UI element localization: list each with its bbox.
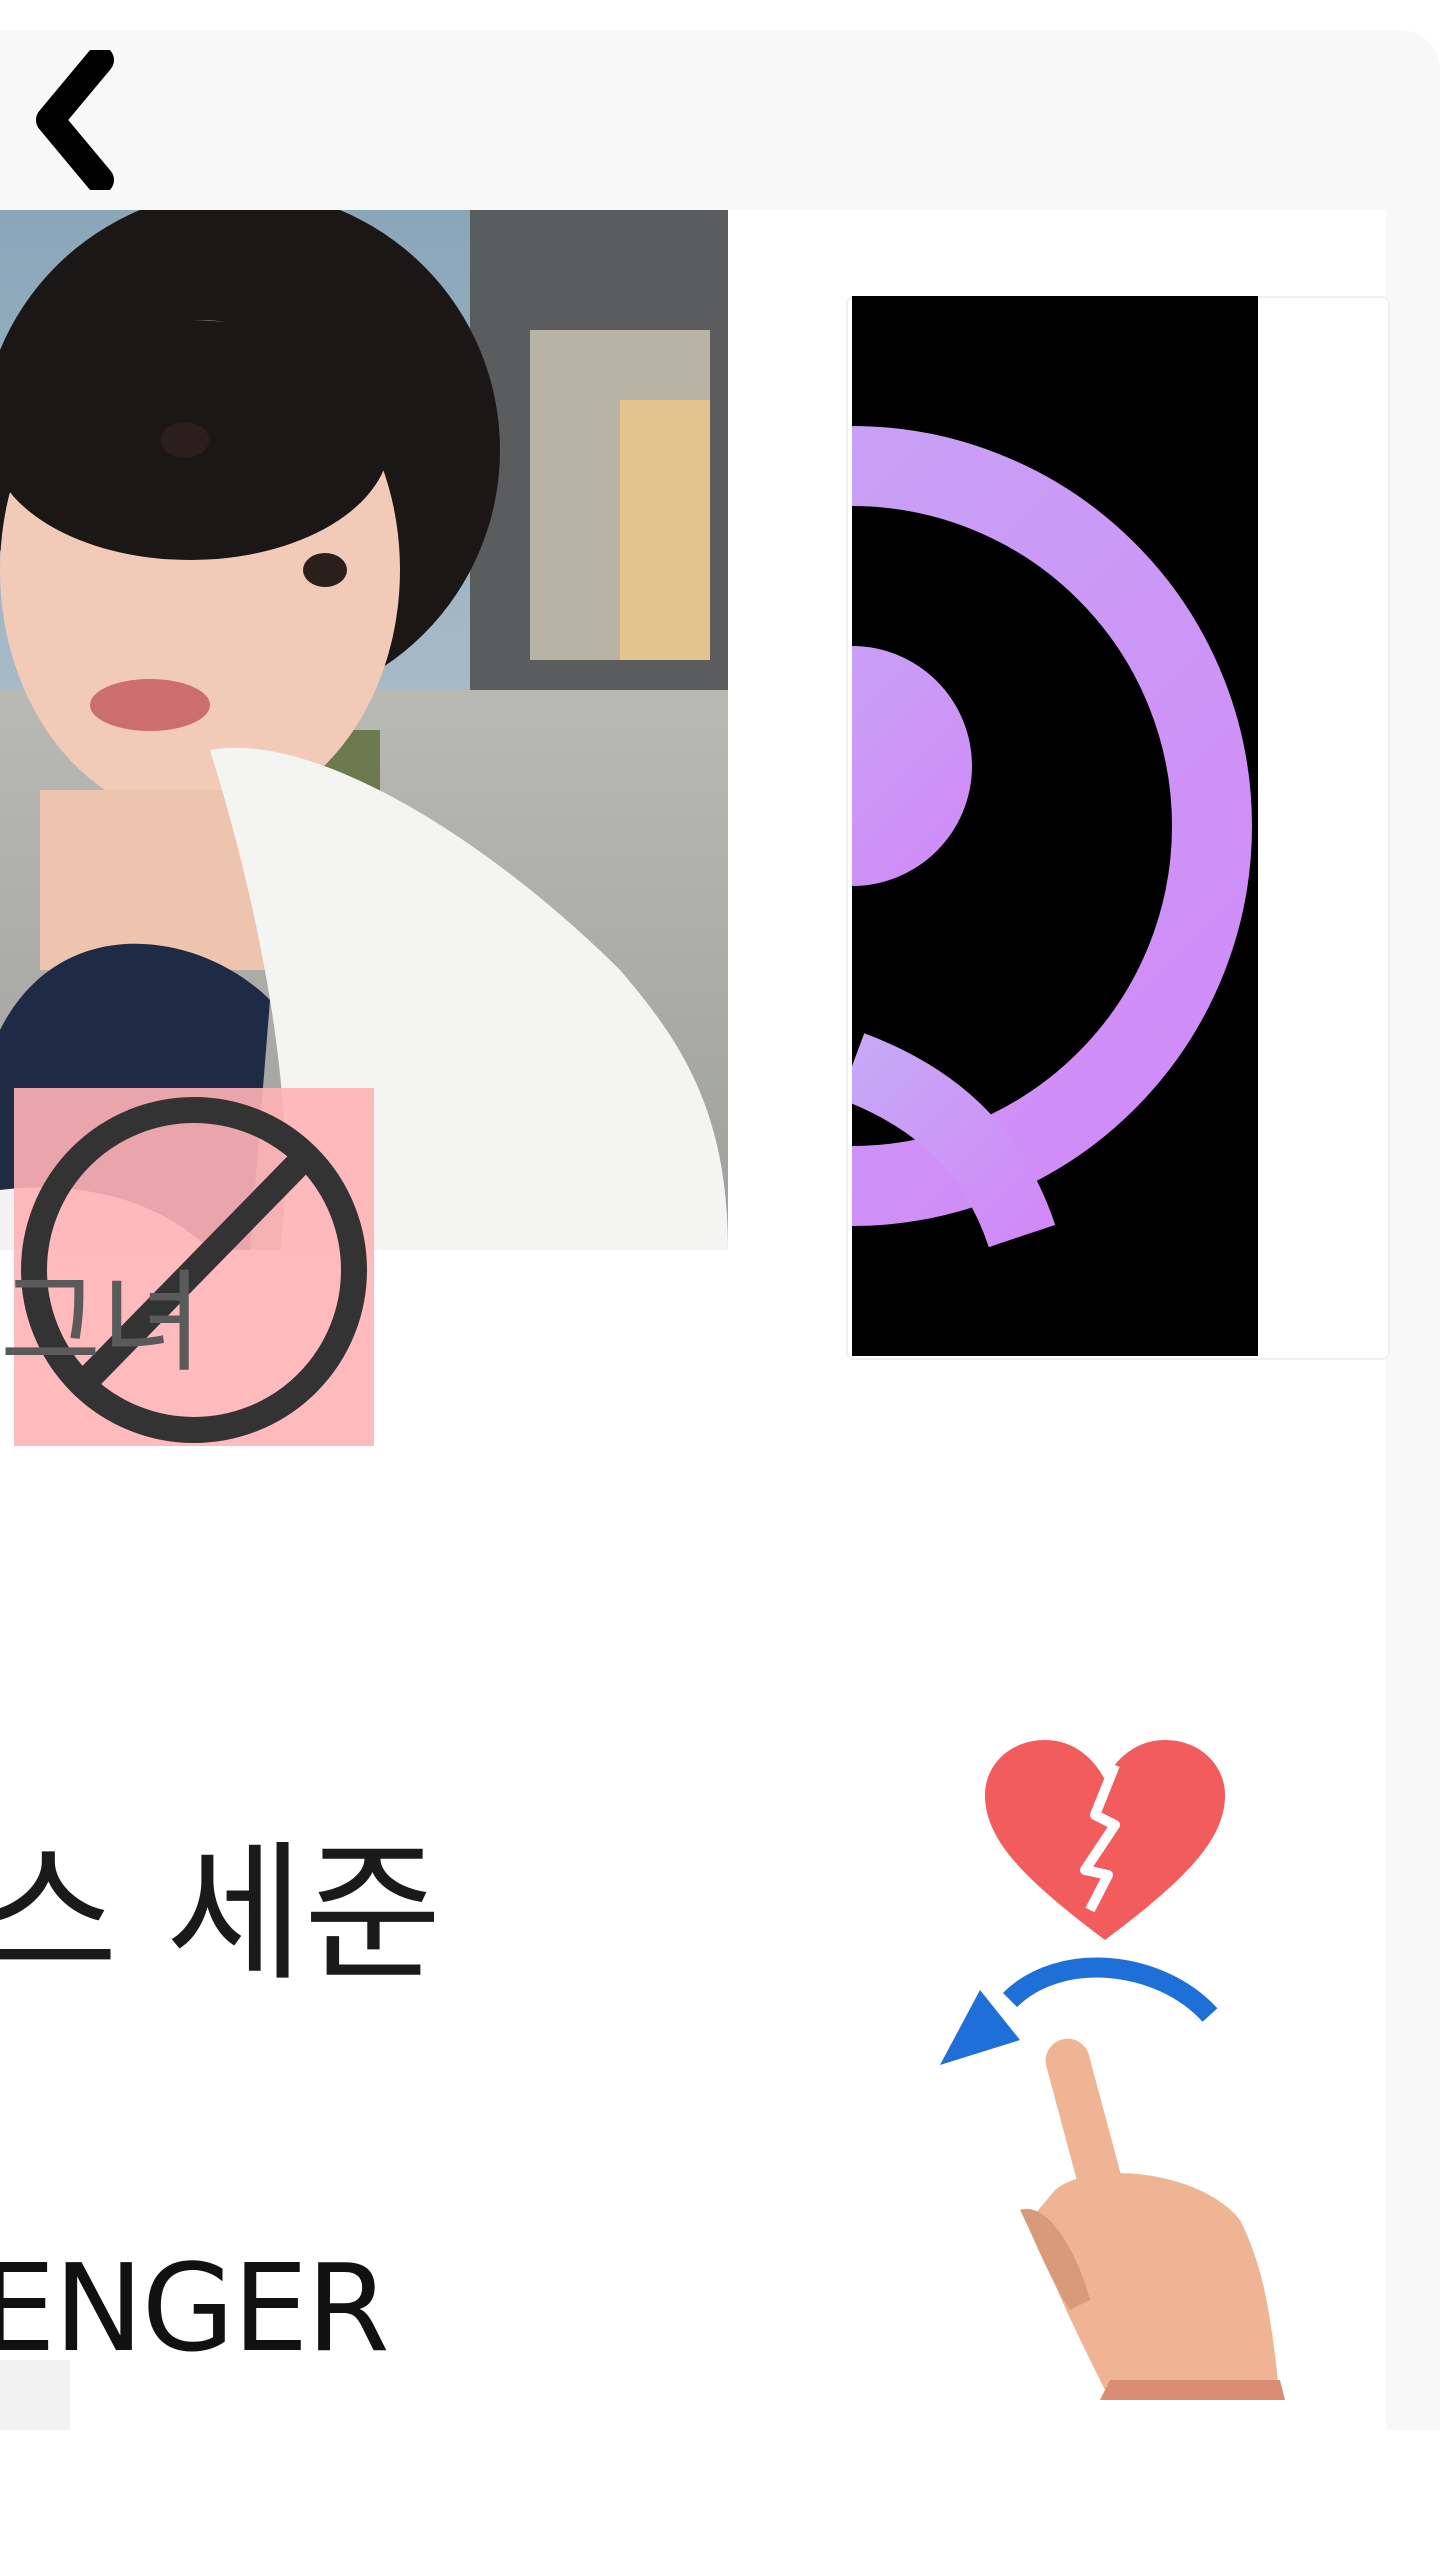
top-bar xyxy=(0,30,1440,210)
broken-heart-icon xyxy=(985,1740,1225,1940)
back-button[interactable] xyxy=(30,50,130,190)
overlay-label: 그녀 xyxy=(0,1259,203,1387)
profile-type: ENGER xyxy=(0,2240,390,2379)
hand-icon xyxy=(1020,2038,1285,2400)
side-rail xyxy=(1386,210,1440,2430)
swipe-hint xyxy=(940,1740,1285,2400)
purple-ring-logo xyxy=(852,296,1258,1356)
tag-chip xyxy=(0,2360,70,2430)
bottom-bar xyxy=(0,2430,1440,2560)
profile-name: 스 세준 xyxy=(0,1828,442,2002)
